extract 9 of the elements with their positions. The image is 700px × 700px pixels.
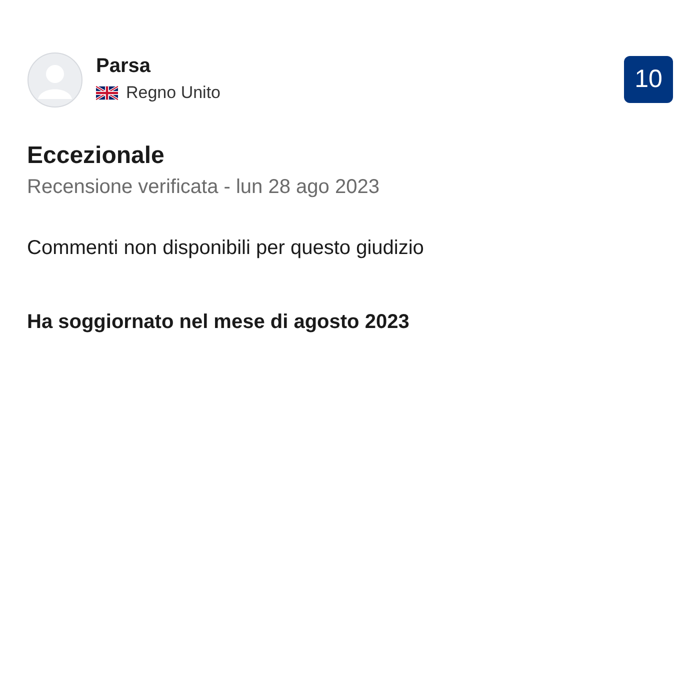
reviewer-name: Parsa <box>96 54 152 79</box>
avatar-icon <box>27 52 83 108</box>
review-meta: Recensione verificata - lun 28 ago 2023 <box>27 175 380 200</box>
flag-icon <box>96 86 118 100</box>
review-comment: Commenti non disponibili per questo giudizio <box>27 236 425 261</box>
reviewer-country: Regno Unito <box>126 82 221 104</box>
score-badge: 10 <box>624 56 673 103</box>
stay-date: Ha soggiornato nel mese di agosto 2023 <box>27 310 410 335</box>
review-title: Eccezionale <box>27 141 166 171</box>
